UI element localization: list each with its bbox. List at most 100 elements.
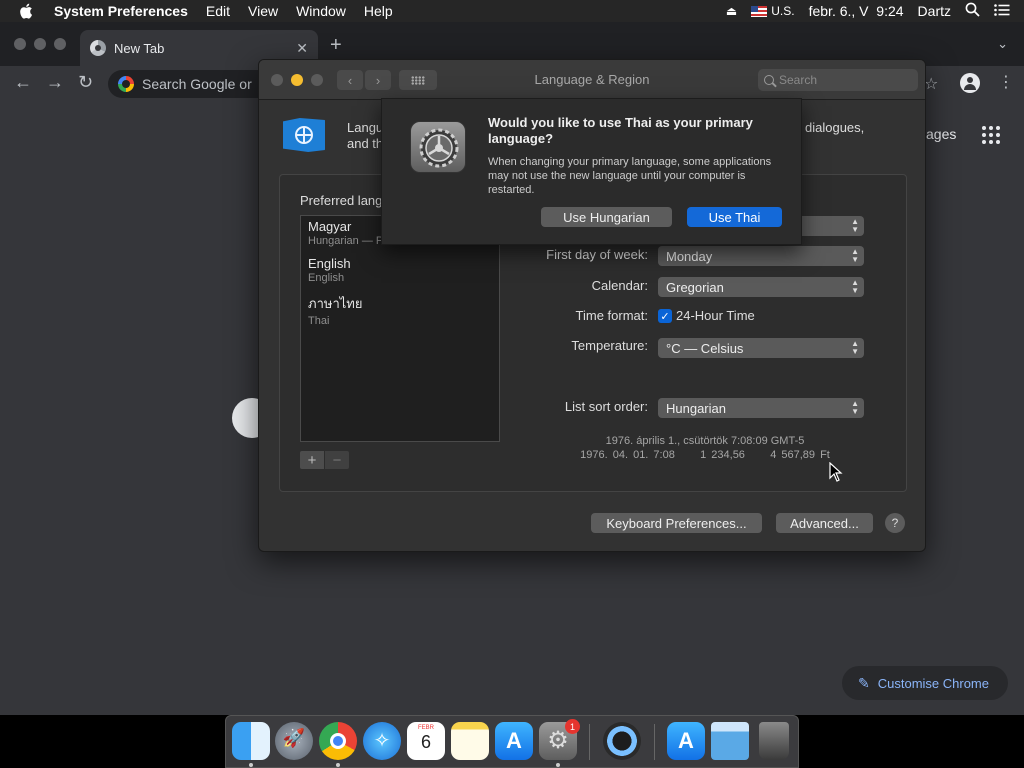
keyboard-preferences-button[interactable]: Keyboard Preferences... <box>591 513 762 533</box>
mouse-cursor-icon <box>829 461 843 487</box>
running-indicator <box>556 763 560 767</box>
alert-message: When changing your primary language, som… <box>488 156 772 196</box>
tab-title: New Tab <box>114 40 165 56</box>
chrome-icon[interactable] <box>319 722 357 760</box>
format-sample-numbers: 1976. 04. 01. 7:08 1 234,56 4 567,89 Ft <box>580 449 830 461</box>
temperature-value: °C — Celsius <box>666 340 744 356</box>
app-store-download-icon[interactable]: A <box>667 722 705 760</box>
popup-chevron-icon: ▲ ▼ <box>851 247 859 264</box>
menu-app-name[interactable]: System Preferences <box>54 3 188 19</box>
first-day-value: Monday <box>666 248 713 264</box>
trash-icon[interactable] <box>759 722 789 760</box>
input-source-label: U.S. <box>771 4 795 18</box>
prefs-close-button[interactable] <box>271 74 283 86</box>
bookmark-star-icon[interactable]: ☆ <box>924 74 938 94</box>
omnibox-placeholder: Search Google or <box>142 76 252 92</box>
menu-clock[interactable]: febr. 6., V 9:24 <box>809 3 904 19</box>
prefs-forward-button[interactable]: › <box>365 70 391 90</box>
add-language-button[interactable]: + <box>300 451 324 469</box>
menu-help[interactable]: Help <box>364 3 393 19</box>
chrome-zoom-button[interactable] <box>54 38 66 50</box>
safari-icon[interactable]: ✧ <box>363 722 401 760</box>
language-subtitle: Thai <box>308 315 330 327</box>
pencil-icon: ✎ <box>858 674 870 691</box>
remove-language-button[interactable]: − <box>325 451 349 469</box>
intro-line-1: Langu <box>347 120 384 135</box>
temperature-popup[interactable]: °C — Celsius ▲ ▼ <box>658 338 864 358</box>
sort-order-popup[interactable]: Hungarian ▲ ▼ <box>658 398 864 418</box>
google-apps-grid-icon[interactable] <box>982 126 1000 144</box>
folder-icon[interactable] <box>711 722 749 760</box>
use-hungarian-button[interactable]: Use Hungarian <box>541 207 672 227</box>
language-name: English <box>308 256 351 271</box>
popup-chevron-icon: ▲ ▼ <box>851 278 859 295</box>
menu-view[interactable]: View <box>248 3 278 19</box>
notes-icon[interactable] <box>451 722 489 760</box>
spotlight-icon[interactable] <box>965 2 980 20</box>
first-day-popup[interactable]: Monday ▲ ▼ <box>658 246 864 266</box>
time-format-label: Time format: <box>575 308 648 323</box>
finder-icon[interactable] <box>232 722 270 760</box>
apple-menu-icon[interactable] <box>16 0 38 22</box>
temperature-label: Temperature: <box>571 338 648 353</box>
google-icon <box>118 76 134 92</box>
new-tab-plus-icon[interactable]: + <box>330 34 342 57</box>
calendar-popup[interactable]: Gregorian ▲ ▼ <box>658 277 864 297</box>
chrome-close-button[interactable] <box>14 38 26 50</box>
reload-icon[interactable]: ↻ <box>78 72 93 93</box>
popup-chevron-icon: ▲ ▼ <box>851 399 859 416</box>
help-button[interactable]: ? <box>885 513 905 533</box>
intro-text-right: dialogues, <box>805 120 865 135</box>
chrome-menu-kebab-icon[interactable]: ⋮ <box>998 72 1014 92</box>
list-item[interactable]: Magyar Hungarian — P <box>308 219 383 247</box>
system-preferences-gear-icon <box>410 121 466 173</box>
popup-chevron-icon: ▲ ▼ <box>851 217 859 234</box>
input-source-menu[interactable]: U.S. <box>751 4 795 18</box>
menu-user[interactable]: Dartz <box>918 3 951 19</box>
dock-separator <box>654 724 655 760</box>
notification-badge: 1 <box>565 719 580 734</box>
profile-avatar-icon[interactable] <box>960 73 980 93</box>
chrome-minimize-button[interactable] <box>34 38 46 50</box>
window-title: Language & Region <box>534 72 650 87</box>
tab-search-chevron-icon[interactable]: ⌄ <box>997 36 1008 52</box>
customise-chrome-button[interactable]: ✎ Customise Chrome <box>842 666 1008 700</box>
sort-order-label: List sort order: <box>564 399 648 414</box>
calendar-icon[interactable]: FEBR 6 <box>407 722 445 760</box>
menu-edit[interactable]: Edit <box>206 3 230 19</box>
us-flag-icon <box>751 6 768 18</box>
quicktime-icon[interactable] <box>603 722 641 760</box>
omnibox[interactable]: Search Google or <box>108 70 278 98</box>
24-hour-label[interactable]: 24-Hour Time <box>676 308 755 323</box>
show-all-grid-button[interactable] <box>399 70 437 90</box>
advanced-button[interactable]: Advanced... <box>776 513 873 533</box>
prefs-zoom-button[interactable] <box>311 74 323 86</box>
calendar-month: FEBR <box>417 725 434 731</box>
forward-arrow-icon[interactable]: → <box>46 72 64 93</box>
eject-icon[interactable]: ⏏ <box>726 4 737 18</box>
menu-window[interactable]: Window <box>296 3 346 19</box>
use-thai-button[interactable]: Use Thai <box>687 207 782 227</box>
back-arrow-icon[interactable]: ← <box>14 72 32 93</box>
grid-icon <box>411 75 425 85</box>
language-subtitle: Hungarian — P <box>308 235 384 247</box>
calendar-label: Calendar: <box>591 278 648 293</box>
calendar-value: Gregorian <box>666 279 724 295</box>
preferred-languages-list[interactable]: Magyar Hungarian — P English English ภาษ… <box>300 215 500 442</box>
launchpad-icon[interactable]: 🚀 <box>275 722 313 760</box>
notification-center-icon[interactable] <box>994 3 1010 19</box>
chrome-tab-icon <box>90 40 106 56</box>
app-store-icon[interactable]: A <box>495 722 533 760</box>
prefs-search-input[interactable]: Search <box>758 69 918 91</box>
language-name: Magyar <box>308 219 352 234</box>
preferred-languages-label: Preferred lang <box>300 193 383 208</box>
first-day-label: First day of week: <box>546 247 648 262</box>
tab-close-icon[interactable]: ✕ <box>296 40 308 57</box>
24-hour-checkbox[interactable]: ✓ <box>658 309 672 323</box>
list-item[interactable]: English English <box>308 256 351 284</box>
list-item[interactable]: ภาษาไทย Thai <box>308 293 362 327</box>
prefs-minimize-button[interactable] <box>291 74 303 86</box>
prefs-back-button[interactable]: ‹ <box>337 70 363 90</box>
images-link[interactable]: ages <box>926 126 956 142</box>
menu-bar: System Preferences Edit View Window Help… <box>0 0 1024 22</box>
